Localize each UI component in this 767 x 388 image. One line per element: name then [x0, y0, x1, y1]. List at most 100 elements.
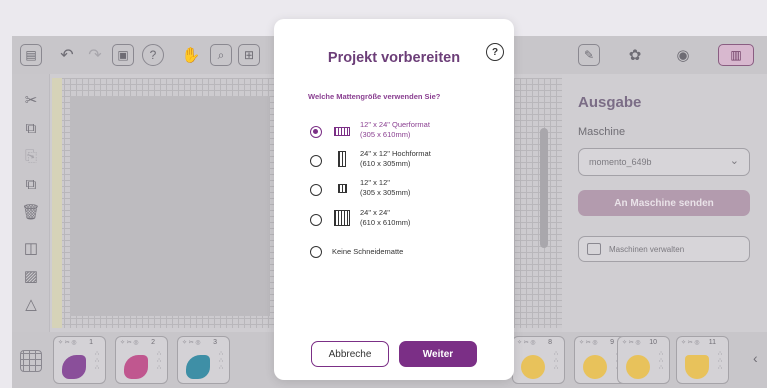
option-size: 24" x 24"	[360, 208, 390, 217]
layer-number: 8	[548, 339, 552, 346]
layer-thumbnail[interactable]: ✧ ✂ ◎ 11 ∴ ∴ ∴	[676, 336, 729, 384]
zoom-area-icon[interactable]: ⌕	[210, 44, 232, 66]
layer-number: 11	[708, 339, 716, 346]
layer-tools-icon: ✧ ✂ ◎	[517, 340, 536, 346]
layer-shape-icon	[124, 355, 148, 379]
layer-shape-icon	[62, 355, 86, 379]
machine-select[interactable]: momento_649b ⌄	[578, 148, 750, 176]
chevron-down-icon: ⌄	[729, 155, 739, 167]
cancel-button[interactable]: Abbreche	[311, 341, 389, 367]
layer-thumbnail[interactable]: ✧ ✂ ◎ 10 ∴ ∴ ∴	[617, 336, 670, 384]
layer-tools-icon: ✧ ✂ ◎	[182, 340, 201, 346]
output-tab-icon[interactable]: ▥	[718, 44, 754, 66]
machine-select-value: momento_649b	[589, 157, 652, 167]
scissors-icon[interactable]: ✂	[21, 90, 41, 110]
option-text: 12" x 24" Querformat (305 x 610mm)	[360, 120, 430, 140]
layer-tools-icon: ✧ ✂ ◎	[120, 340, 139, 346]
layer-options-icon: ∴∴∴	[157, 351, 161, 371]
cutting-mat-area	[70, 96, 270, 316]
option-size: 24" x 12" Hochformat	[360, 149, 431, 158]
document-icon[interactable]: ▤	[20, 44, 42, 66]
radio-button[interactable]	[310, 155, 322, 167]
paste-icon[interactable]: ⎘	[21, 146, 41, 166]
eye-icon[interactable]: ◉	[672, 44, 694, 66]
next-button[interactable]: Weiter	[399, 341, 477, 367]
machine-icon	[587, 243, 601, 255]
help-toolbar-icon[interactable]: ?	[142, 44, 164, 66]
layer-shape-icon	[583, 355, 607, 379]
flower-icon[interactable]: ✿	[624, 44, 646, 66]
portrait-mat-icon	[338, 151, 346, 167]
send-to-machine-button[interactable]: An Maschine senden	[578, 190, 750, 216]
chevron-left-icon[interactable]: ‹	[753, 350, 758, 366]
layer-thumbnail[interactable]: ✧ ✂ ◎ 8 ∴ ∴ ∴	[512, 336, 565, 384]
layer-thumbnail[interactable]: ✧ ✂ ◎ 3 ∴ ∴ ∴	[177, 336, 230, 384]
layer-options-icon: ∴∴∴	[659, 351, 663, 371]
copy-icon[interactable]: ⧉	[21, 118, 41, 138]
layer-number: 10	[649, 339, 657, 346]
option-no-mat[interactable]: Keine Schneidematte	[308, 239, 498, 265]
mat-size-question: Welche Mattengröße verwenden Sie?	[308, 92, 441, 101]
layer-options-icon: ∴∴∴	[554, 351, 558, 371]
radio-button[interactable]	[310, 246, 322, 258]
option-12x12[interactable]: 12" x 12" (305 x 305mm)	[308, 177, 498, 203]
layer-shape-icon	[626, 355, 650, 379]
square-small-mat-icon	[338, 184, 347, 193]
layer-tools-icon: ✧ ✂ ◎	[579, 340, 598, 346]
layer-options-icon: ∴∴∴	[95, 351, 99, 371]
layer-shape-icon	[685, 355, 709, 379]
layer-number: 2	[151, 339, 155, 346]
trash-icon[interactable]: 🗑	[21, 202, 41, 222]
redo-icon[interactable]: ↷	[84, 44, 106, 66]
option-metric: (305 x 610mm)	[360, 130, 411, 139]
edit-icon[interactable]: ✎	[578, 44, 600, 66]
output-panel-title: Ausgabe	[578, 94, 642, 111]
layer-options-icon: ∴∴∴	[219, 351, 223, 371]
dialog-title: Projekt vorbereiten	[327, 50, 461, 66]
option-portrait[interactable]: 24" x 12" Hochformat (610 x 305mm)	[308, 148, 498, 174]
ruler	[52, 78, 62, 328]
save-icon[interactable]: ▣	[112, 44, 134, 66]
layer-shape-icon	[521, 355, 545, 379]
layer-options-icon: ∴∴∴	[718, 351, 722, 371]
hand-icon[interactable]: ✋	[180, 44, 202, 66]
option-metric: (610 x 610mm)	[360, 218, 411, 227]
layer-thumbnail[interactable]: ✧ ✂ ◎ 2 ∴ ∴ ∴	[115, 336, 168, 384]
vertical-scrollbar[interactable]	[540, 128, 548, 248]
prepare-project-dialog: Projekt vorbereiten ? Welche Mattengröße…	[274, 19, 514, 380]
layer-tools-icon: ✧ ✂ ◎	[58, 340, 77, 346]
square-large-mat-icon	[334, 210, 350, 226]
duplicate-icon[interactable]: ⧉	[21, 174, 41, 194]
layer-tools-icon: ✧ ✂ ◎	[681, 340, 700, 346]
group-icon[interactable]: ◫	[21, 238, 41, 258]
help-icon[interactable]: ?	[486, 43, 504, 61]
option-text: 12" x 12" (305 x 305mm)	[360, 178, 410, 198]
layer-number: 9	[610, 339, 614, 346]
radio-button[interactable]	[310, 214, 322, 226]
landscape-mat-icon	[334, 127, 350, 136]
option-metric: (610 x 305mm)	[360, 159, 411, 168]
layer-tools-icon: ✧ ✂ ◎	[622, 340, 641, 346]
layer-thumbnail[interactable]: ✧ ✂ ◎ 1 ∴ ∴ ∴	[53, 336, 106, 384]
option-no-mat-label: Keine Schneidematte	[332, 247, 404, 256]
zoom-fit-icon[interactable]: ⊞	[238, 44, 260, 66]
option-size: 12" x 12"	[360, 178, 390, 187]
manage-machines-button[interactable]: Maschinen verwalten	[578, 236, 750, 262]
radio-button[interactable]	[310, 184, 322, 196]
radio-button[interactable]	[310, 126, 322, 138]
option-metric: (305 x 305mm)	[360, 188, 411, 197]
grid-toggle-icon[interactable]	[20, 350, 42, 372]
manage-machines-label: Maschinen verwalten	[609, 245, 685, 254]
option-landscape[interactable]: 12" x 24" Querformat (305 x 610mm)	[308, 119, 498, 145]
option-size: 12" x 24" Querformat	[360, 120, 430, 129]
layer-number: 1	[89, 339, 93, 346]
image-icon[interactable]: ▨	[21, 266, 41, 286]
undo-icon[interactable]: ↶	[56, 44, 78, 66]
layer-number: 3	[213, 339, 217, 346]
machine-label: Maschine	[578, 126, 626, 138]
option-text: 24" x 24" (610 x 610mm)	[360, 208, 410, 228]
layer-shape-icon	[186, 355, 210, 379]
option-24x24[interactable]: 24" x 24" (610 x 610mm)	[308, 207, 498, 233]
shapes-icon[interactable]: △	[21, 294, 41, 314]
option-text: 24" x 12" Hochformat (610 x 305mm)	[360, 149, 431, 169]
